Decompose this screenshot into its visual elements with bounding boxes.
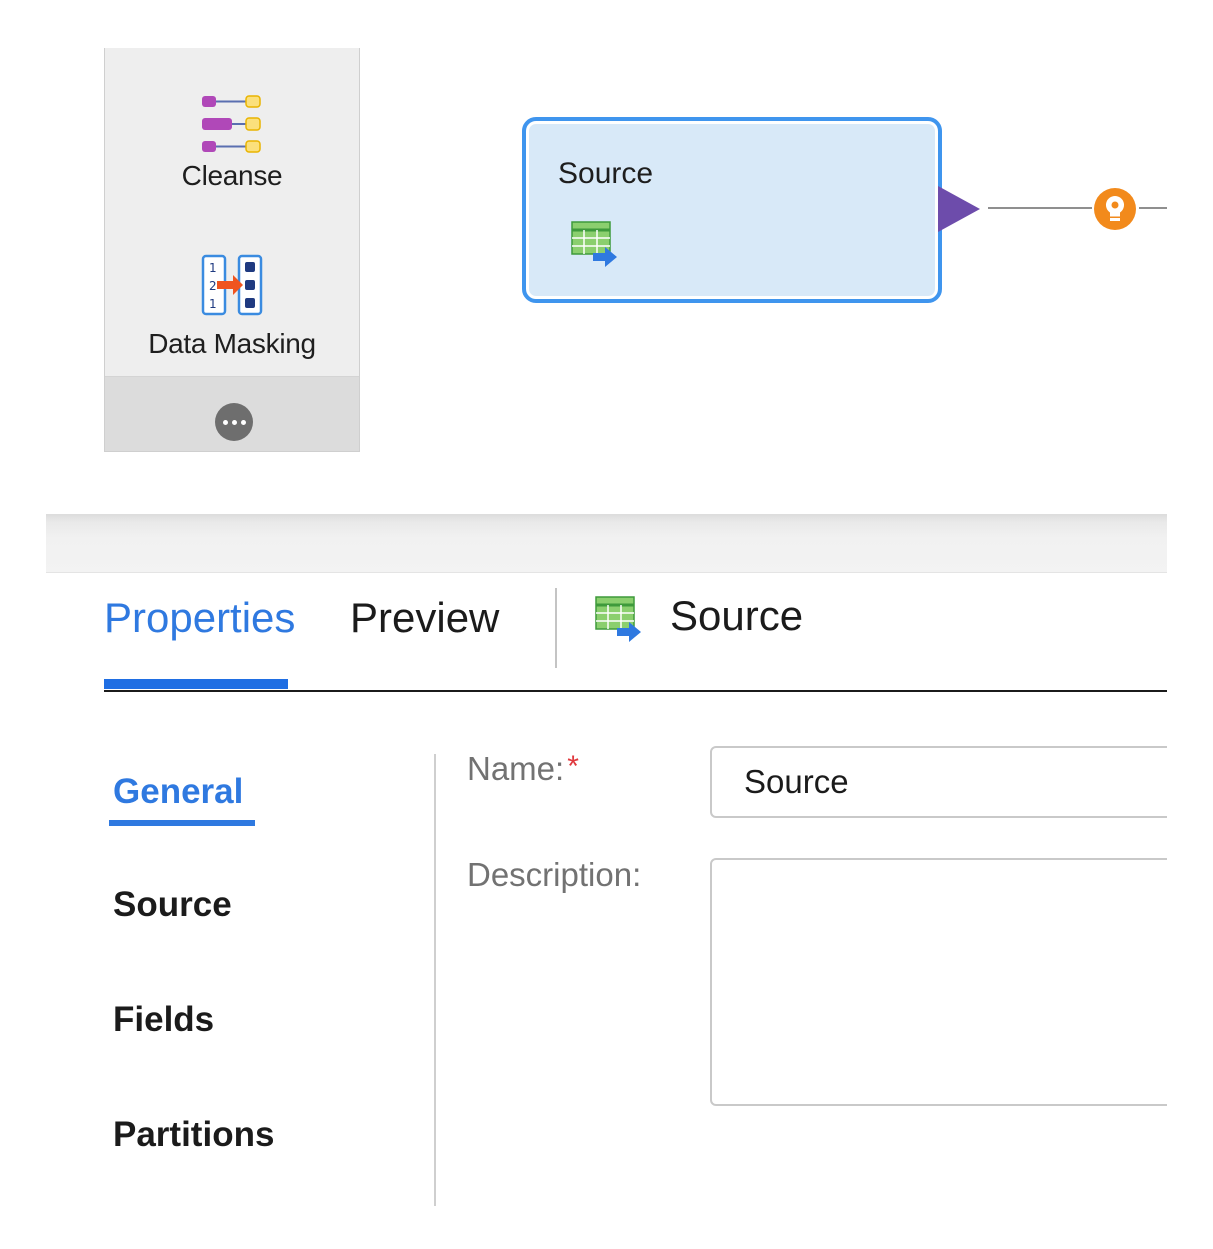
palette-item-label: Cleanse bbox=[181, 160, 283, 191]
source-table-icon bbox=[571, 221, 617, 267]
active-tab-indicator bbox=[104, 679, 288, 689]
svg-text:1: 1 bbox=[209, 261, 217, 275]
name-field[interactable] bbox=[710, 746, 1180, 818]
tab-divider bbox=[555, 588, 557, 668]
source-node[interactable]: Source bbox=[522, 117, 942, 303]
link-line bbox=[988, 207, 1092, 209]
palette-item-cleanse[interactable]: Cleanse bbox=[105, 94, 359, 192]
output-port-icon[interactable] bbox=[938, 186, 982, 232]
data-masking-icon: 1 2 1 bbox=[201, 254, 263, 316]
name-label: Name: * bbox=[467, 750, 579, 788]
palette-item-label: Data Masking bbox=[148, 328, 316, 359]
active-side-indicator bbox=[109, 820, 255, 826]
node-title: Source bbox=[558, 157, 654, 190]
side-nav-divider bbox=[434, 754, 436, 1206]
side-nav-source[interactable]: Source bbox=[113, 885, 232, 925]
name-label-text: Name: bbox=[467, 750, 565, 787]
tab-bar-rule bbox=[104, 690, 1167, 692]
viewport-crop bbox=[1167, 0, 1213, 1249]
source-table-icon bbox=[595, 596, 641, 642]
svg-text:2: 2 bbox=[209, 279, 217, 293]
tab-properties[interactable]: Properties bbox=[104, 594, 295, 642]
side-nav-general[interactable]: General bbox=[113, 772, 243, 812]
panel-splitter[interactable] bbox=[46, 514, 1167, 573]
palette-footer bbox=[105, 376, 359, 451]
link-line bbox=[1139, 207, 1169, 209]
palette-item-data-masking[interactable]: 1 2 1 Data Masking bbox=[105, 254, 359, 360]
transformation-palette: Cleanse 1 2 1 Data Masking bbox=[104, 48, 360, 452]
side-nav-fields[interactable]: Fields bbox=[113, 1000, 214, 1040]
tab-preview[interactable]: Preview bbox=[350, 594, 499, 642]
side-nav-partitions[interactable]: Partitions bbox=[113, 1115, 274, 1155]
selected-object-label: Source bbox=[670, 592, 804, 639]
properties-tab-bar: Properties Preview Source bbox=[104, 588, 1167, 692]
description-field[interactable] bbox=[710, 858, 1180, 1106]
more-options-icon[interactable] bbox=[215, 403, 253, 441]
required-marker: * bbox=[567, 750, 579, 783]
description-label: Description: bbox=[467, 856, 642, 893]
cleanse-icon bbox=[202, 95, 261, 153]
svg-text:1: 1 bbox=[209, 297, 217, 311]
lightbulb-icon[interactable] bbox=[1091, 186, 1139, 232]
